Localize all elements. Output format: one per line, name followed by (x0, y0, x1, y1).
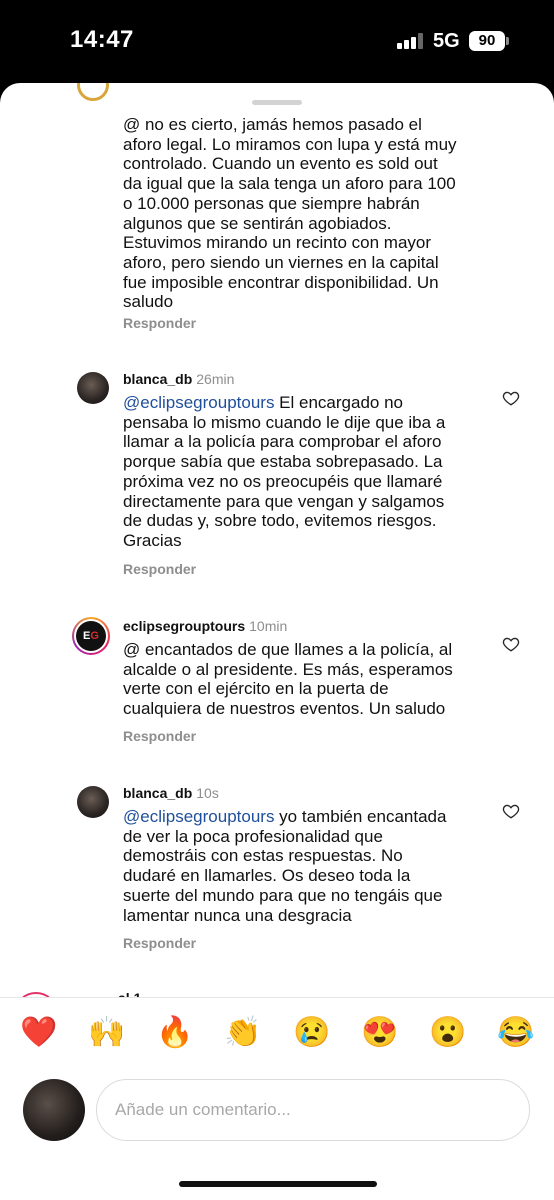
comment-text: @ no es cierto, jamás hemos pasado el af… (123, 115, 493, 312)
quick-reactions-bar: ❤️ 🙌 🔥 👏 😢 😍 😮 😂 (0, 1015, 554, 1055)
status-bar: 14:47 5G 90 (0, 0, 554, 82)
comment-line: lamentar nunca una desgracia (123, 905, 352, 925)
comment-line: fue imposible encontrar disponibilidad. … (123, 272, 439, 292)
comment-line: alcalde o al presidente. Es más, esperam… (123, 659, 453, 679)
comment-line: aforo legal. Lo miramos con lupa y está … (123, 134, 457, 154)
comment-header: blanca_db 10s (123, 785, 219, 801)
comment-time: 10min (249, 618, 288, 634)
comment-line: Estuvimos mirando un recinto con mayor (123, 233, 432, 253)
comment-line: @ no es cierto, jamás hemos pasado el (123, 115, 422, 134)
comment-time: 26min (196, 371, 235, 387)
mention-link[interactable]: @eclipsegrouptours (123, 807, 274, 826)
reply-button[interactable]: Responder (123, 561, 196, 577)
surprised-face-emoji-icon[interactable]: 😮 (429, 1015, 466, 1051)
comment-line: de dudas y, sobre todo, evitemos riesgos… (123, 511, 437, 531)
signal-icon (397, 33, 425, 49)
comment-composer (0, 1079, 554, 1143)
divider (0, 997, 554, 998)
eclipse-logo-icon: EG (76, 621, 106, 651)
comment-line: verte con el ejército en la puerta de (123, 679, 389, 699)
comment-time: 10s (196, 785, 219, 801)
comment-text: @ encantados de que llames a la policía,… (123, 640, 493, 719)
comment-line: directamente para que vengan y salgamos (123, 491, 445, 511)
comment-line: o 10.000 personas que siempre habrán (123, 193, 420, 213)
status-time: 14:47 (70, 26, 134, 53)
comment-line: llamar a la policía para comprobar el af… (123, 432, 442, 452)
mention-link[interactable]: @eclipsegrouptours (123, 393, 274, 412)
comments-feed[interactable]: @ no es cierto, jamás hemos pasado el af… (0, 83, 554, 998)
laughing-tears-emoji-icon[interactable]: 😂 (497, 1015, 534, 1051)
clapping-hands-emoji-icon[interactable]: 👏 (224, 1015, 261, 1051)
comment-header: blanca_db 26min (123, 371, 234, 387)
raising-hands-emoji-icon[interactable]: 🙌 (88, 1015, 125, 1051)
comment-line: saludo (123, 292, 174, 312)
battery-icon: 90 (469, 31, 505, 51)
comment-header: eclipsegrouptours 10min (123, 618, 287, 634)
comment-line: porque sabía que estaba sobrepasado. La (123, 452, 443, 472)
comment-line: demostráis con estas respuestas. No (123, 846, 403, 866)
avatar[interactable] (77, 372, 109, 404)
heart-emoji-icon[interactable]: ❤️ (20, 1015, 57, 1051)
crying-face-emoji-icon[interactable]: 😢 (293, 1015, 330, 1051)
comment-line: cualquiera de nuestros eventos. Un salud… (123, 699, 446, 719)
reply-button[interactable]: Responder (123, 728, 196, 744)
comment-line: Gracias (123, 530, 182, 550)
username[interactable]: eclipsegrouptours (123, 618, 245, 634)
like-heart-icon[interactable] (502, 802, 520, 820)
comment-line: controlado. Cuando un evento es sold out (123, 154, 438, 174)
comment-line-text: yo también encantada (274, 807, 447, 826)
reply-button[interactable]: Responder (123, 315, 196, 331)
fire-emoji-icon[interactable]: 🔥 (156, 1015, 193, 1051)
avatar[interactable] (77, 83, 109, 101)
comment-line: pensaba lo mismo cuando le dije que iba … (123, 412, 446, 432)
home-indicator[interactable] (179, 1181, 377, 1187)
battery-tip (506, 37, 509, 45)
comment-line: @eclipsegrouptours yo también encantada (123, 807, 493, 827)
reply-button[interactable]: Responder (123, 935, 196, 951)
avatar[interactable]: EG (72, 617, 110, 655)
network-type: 5G (433, 30, 460, 52)
comment-line: próxima vez no os preocupéis que llamaré (123, 471, 443, 491)
comment-text: @eclipsegrouptours El encargado no pensa… (123, 393, 493, 551)
comment-line: suerte del mundo para que no tengáis que (123, 885, 443, 905)
comment-line: de ver la poca profesionalidad que (123, 826, 383, 846)
comment-text: @eclipsegrouptours yo también encantada … (123, 807, 493, 925)
heart-eyes-emoji-icon[interactable]: 😍 (361, 1015, 398, 1051)
comment-line: dudaré en llamarles. Os deseo toda la (123, 866, 411, 886)
comment-line-text: El encargado no (274, 393, 403, 412)
like-heart-icon[interactable] (502, 389, 520, 407)
username[interactable]: blanca_db (123, 371, 192, 387)
comment-line: @eclipsegrouptours El encargado no (123, 393, 493, 413)
comments-sheet: @ no es cierto, jamás hemos pasado el af… (0, 83, 554, 1200)
comment-input[interactable] (96, 1079, 530, 1141)
like-heart-icon[interactable] (502, 635, 520, 653)
comment-line: algunos que se sentirán agobiados. (123, 213, 392, 233)
comment-line: aforo, pero siendo un viernes en la capi… (123, 252, 439, 272)
my-avatar[interactable] (23, 1079, 85, 1141)
comment-line: @ encantados de que llames a la policía,… (123, 640, 453, 659)
username[interactable]: blanca_db (123, 785, 192, 801)
avatar-ring: EG (74, 619, 108, 653)
comment-line: da igual que la sala tenga un aforo para… (123, 174, 456, 194)
avatar[interactable] (77, 786, 109, 818)
